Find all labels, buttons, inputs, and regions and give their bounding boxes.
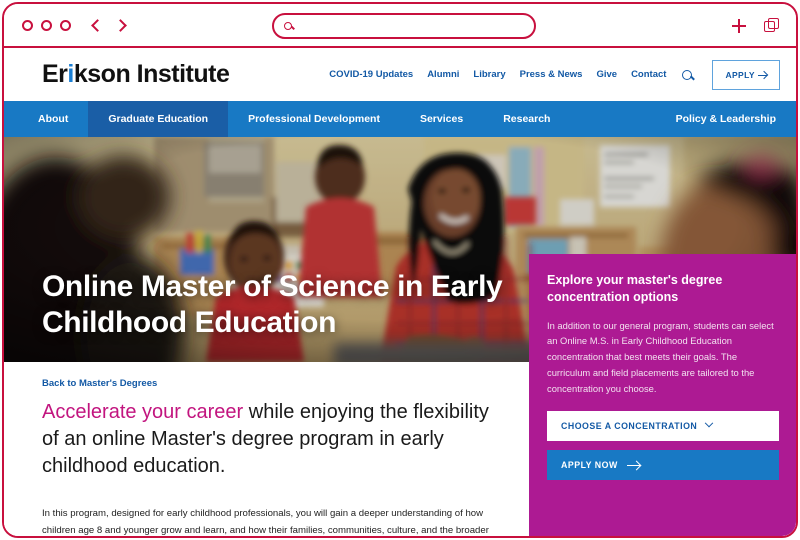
utility-link-covid[interactable]: COVID-19 Updates [329, 69, 413, 80]
apply-now-label: APPLY NOW [561, 460, 618, 471]
site-search-icon[interactable] [682, 69, 693, 80]
window-close-dot[interactable] [22, 19, 33, 31]
browser-actions [732, 4, 780, 48]
utility-link-contact[interactable]: Contact [631, 69, 666, 80]
promo-heading: Explore your master's degree concentrati… [547, 273, 723, 305]
window-minimize-dot[interactable] [41, 19, 52, 31]
apply-button[interactable]: APPLY [712, 59, 780, 90]
utility-link-press[interactable]: Press & News [520, 69, 583, 80]
logo-text-pre: Er [42, 60, 68, 88]
chevron-down-icon [705, 419, 714, 428]
site-header: Erikson Institute COVID-19 Updates Alumn… [4, 48, 796, 101]
apply-button-label: APPLY [725, 69, 755, 80]
address-bar[interactable] [272, 13, 536, 39]
choose-concentration-dropdown[interactable]: CHOOSE A CONCENTRATION [547, 411, 779, 442]
concentration-promo-panel: Explore your master's degree concentrati… [529, 254, 796, 536]
intro-paragraph: In this program, designed for early chil… [42, 508, 489, 536]
forward-icon[interactable] [114, 18, 127, 32]
tabs-overview-icon[interactable] [764, 18, 780, 34]
nav-item-research[interactable]: Research [483, 101, 570, 137]
utility-link-library[interactable]: Library [473, 69, 505, 80]
search-icon [284, 22, 292, 30]
browser-toolbar [4, 4, 796, 48]
utility-link-give[interactable]: Give [596, 69, 617, 80]
window-controls [22, 19, 71, 31]
nav-item-graduate-education[interactable]: Graduate Education [88, 101, 229, 137]
logo-text-post: kson Institute [73, 60, 230, 88]
utility-link-alumni[interactable]: Alumni [427, 69, 459, 80]
choose-concentration-label: CHOOSE A CONCENTRATION [561, 421, 698, 432]
nav-item-policy-leadership[interactable]: Policy & Leadership [656, 101, 796, 137]
back-icon[interactable] [91, 18, 104, 32]
promo-body: In addition to our general program, stud… [547, 319, 774, 394]
hero-title-line-1: Online Master of Science in Early [42, 270, 503, 304]
nav-item-professional-development[interactable]: Professional Development [228, 101, 400, 137]
hero-title: Online Master of Science in Early Childh… [42, 269, 503, 340]
page-lede: Accelerate your career while enjoying th… [42, 399, 504, 481]
utility-nav: COVID-19 Updates Alumni Library Press & … [329, 48, 780, 101]
site-logo[interactable]: Erikson Institute [42, 60, 230, 89]
nav-item-services[interactable]: Services [400, 101, 483, 137]
browser-navigation [91, 18, 127, 32]
hero-title-line-2: Childhood Education [42, 305, 337, 339]
lede-accent-text: Accelerate your career [42, 401, 244, 423]
nav-item-about[interactable]: About [18, 101, 88, 137]
browser-window: Erikson Institute COVID-19 Updates Alumn… [2, 2, 798, 538]
address-input[interactable] [299, 20, 509, 32]
new-tab-icon[interactable] [732, 19, 746, 33]
window-maximize-dot[interactable] [60, 19, 71, 31]
back-to-masters-degrees-link[interactable]: Back to Master's Degrees [42, 378, 157, 389]
page-viewport: Erikson Institute COVID-19 Updates Alumn… [4, 48, 796, 536]
arrow-right-icon [626, 464, 640, 467]
arrow-right-icon [758, 74, 767, 76]
main-nav: About Graduate Education Professional De… [4, 101, 796, 137]
apply-now-button[interactable]: APPLY NOW [547, 450, 779, 481]
